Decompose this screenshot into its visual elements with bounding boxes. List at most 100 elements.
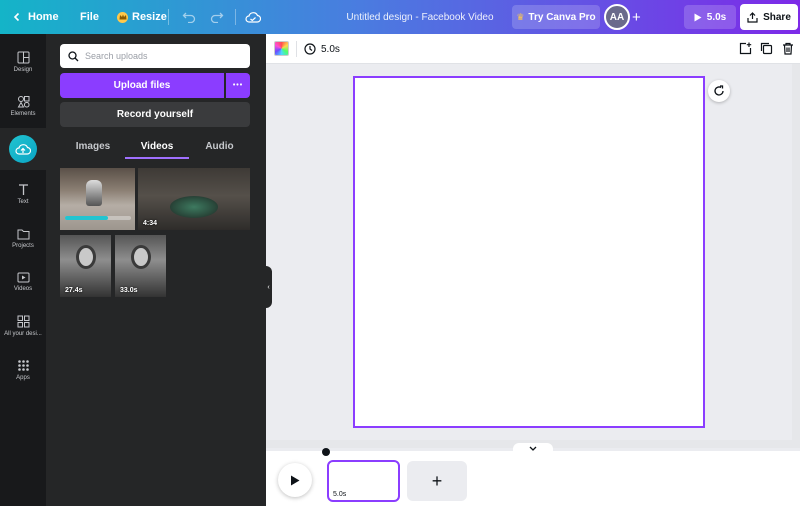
file-label: File xyxy=(80,11,99,23)
video-thumbnail[interactable] xyxy=(60,168,135,230)
thumbnail-subject xyxy=(170,196,218,218)
redo-icon xyxy=(210,12,224,23)
duplicate-icon xyxy=(760,42,773,55)
collapse-panel-button[interactable]: ‹ xyxy=(265,266,272,308)
add-page-button[interactable] xyxy=(738,41,753,56)
shapes-icon xyxy=(17,96,29,108)
file-menu[interactable]: File xyxy=(80,0,99,34)
video-thumbnail[interactable]: 33.0s xyxy=(115,235,166,297)
undo-button[interactable] xyxy=(182,0,196,34)
rail-label: Design xyxy=(13,67,33,73)
vertical-scrollbar[interactable] xyxy=(792,64,800,448)
divider xyxy=(296,41,297,57)
rail-label: Videos xyxy=(13,286,33,292)
try-pro-label: Try Canva Pro xyxy=(528,11,596,23)
search-input[interactable] xyxy=(85,51,235,61)
rail-item-projects[interactable]: Projects xyxy=(0,216,46,260)
tab-images[interactable]: Images xyxy=(60,134,126,158)
share-label: Share xyxy=(763,11,791,23)
home-button[interactable]: Home xyxy=(12,0,59,34)
rail-item-text[interactable]: Text xyxy=(0,172,46,216)
video-duration: 33.0s xyxy=(120,287,138,294)
text-icon xyxy=(18,184,28,195)
timeline-play-button[interactable] xyxy=(278,463,312,497)
search-box[interactable] xyxy=(60,44,250,68)
uploads-panel: Upload files ••• Record yourself Images … xyxy=(46,34,266,506)
thumbnail-subject xyxy=(131,245,151,269)
video-duration: 4:34 xyxy=(143,220,158,227)
upload-share-icon xyxy=(747,11,758,23)
play-icon xyxy=(694,13,702,21)
rail-item-elements[interactable]: Elements xyxy=(0,84,46,128)
rail-label: Projects xyxy=(12,242,34,249)
rail-item-design[interactable]: Design xyxy=(0,40,46,84)
chevron-down-icon xyxy=(529,446,537,451)
chevron-left-icon: ‹ xyxy=(267,283,270,291)
duplicate-page-button[interactable] xyxy=(759,41,774,56)
trash-icon xyxy=(782,42,793,55)
timeline-toggle-button[interactable] xyxy=(513,443,553,453)
regenerate-button[interactable] xyxy=(708,80,730,102)
rail-label: Elements xyxy=(10,111,36,117)
video-thumbnail[interactable]: 27.4s xyxy=(60,235,111,297)
plus-icon: + xyxy=(632,8,641,26)
page-duration-label: 5.0s xyxy=(321,43,340,55)
record-yourself-button[interactable]: Record yourself xyxy=(60,102,250,127)
rail-label: Text xyxy=(17,199,29,205)
active-tab-indicator xyxy=(125,157,189,159)
upload-files-button[interactable]: Upload files xyxy=(60,73,224,98)
rail-label: All your desi... xyxy=(4,331,42,337)
undo-icon xyxy=(182,12,196,23)
video-thumbnail[interactable]: 4:34 xyxy=(138,168,250,230)
design-title[interactable]: Untitled design - Facebook Video xyxy=(330,0,510,34)
divider xyxy=(168,9,169,25)
rail-item-all-designs[interactable]: All your desi... xyxy=(0,304,46,348)
add-page-icon xyxy=(739,42,752,55)
playhead-handle[interactable] xyxy=(322,448,330,456)
resize-button[interactable]: Resize xyxy=(117,0,167,34)
more-icon: ••• xyxy=(232,82,244,89)
clock-icon xyxy=(304,43,316,55)
share-button[interactable]: Share xyxy=(740,4,798,30)
left-rail: Design Elements Text Projects Videos All… xyxy=(0,34,46,506)
crown-icon: ♛ xyxy=(516,11,525,22)
search-icon xyxy=(68,50,79,61)
play-duration: 5.0s xyxy=(706,11,727,23)
play-icon xyxy=(291,475,300,485)
color-picker-icon[interactable] xyxy=(274,41,289,56)
upload-more-button[interactable]: ••• xyxy=(226,73,250,98)
chevron-left-icon xyxy=(13,12,20,22)
top-bar: Home File Resize Untitled design - Faceb… xyxy=(0,0,800,34)
redo-button[interactable] xyxy=(210,0,224,34)
thumbnail-subject xyxy=(86,180,102,206)
rail-item-uploads[interactable] xyxy=(0,128,46,170)
rail-item-videos[interactable]: Videos xyxy=(0,260,46,304)
upload-progress-bar xyxy=(65,216,108,220)
tab-audio[interactable]: Audio xyxy=(189,134,250,158)
clip-duration: 5.0s xyxy=(333,491,347,498)
divider xyxy=(235,9,236,25)
folder-icon xyxy=(17,229,29,239)
resize-label: Resize xyxy=(132,11,167,23)
video-duration: 27.4s xyxy=(65,287,83,294)
design-canvas[interactable] xyxy=(353,76,705,428)
add-page-timeline-button[interactable]: + xyxy=(407,461,467,501)
timeline-clip[interactable]: 5.0s xyxy=(327,460,400,502)
tab-videos[interactable]: Videos xyxy=(125,134,189,158)
crown-icon xyxy=(117,11,128,23)
rail-item-apps[interactable]: Apps xyxy=(0,348,46,392)
present-play-button[interactable]: 5.0s xyxy=(684,5,736,29)
add-collaborator-button[interactable]: + xyxy=(632,0,641,34)
refresh-icon xyxy=(714,85,724,96)
video-icon xyxy=(17,272,29,283)
editor-toolbar: 5.0s xyxy=(266,34,800,64)
cloud-sync-button[interactable] xyxy=(245,0,261,34)
delete-page-button[interactable] xyxy=(780,41,795,56)
layout-icon xyxy=(17,51,29,64)
avatar[interactable]: AA xyxy=(604,4,630,30)
try-canva-pro-button[interactable]: ♛ Try Canva Pro xyxy=(512,5,600,29)
page-duration-button[interactable]: 5.0s xyxy=(304,39,340,59)
plus-icon: + xyxy=(431,470,443,491)
cloud-upload-icon xyxy=(9,135,37,163)
cloud-check-icon xyxy=(245,12,261,23)
